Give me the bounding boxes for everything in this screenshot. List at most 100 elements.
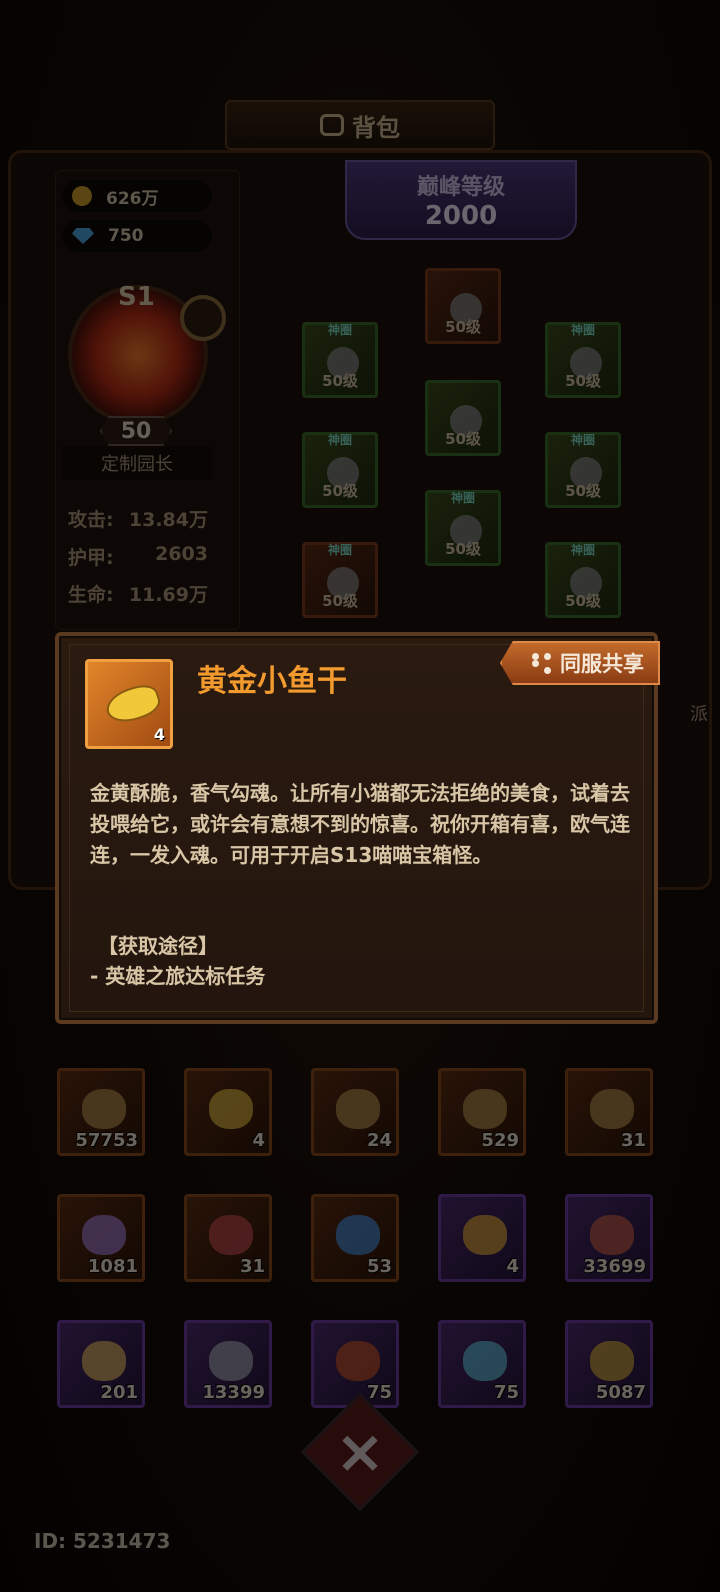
inventory-item[interactable]: 57753 — [57, 1068, 145, 1156]
item-name: 黄金小鱼干 — [197, 664, 347, 699]
player-title: 定制园长 — [62, 446, 212, 480]
gold-resource[interactable]: 626万 — [62, 180, 212, 212]
refresh-icon[interactable] — [180, 295, 226, 341]
crystal-shards-icon — [82, 1215, 126, 1255]
item-count: 31 — [239, 1256, 265, 1277]
ice-crystal-icon — [463, 1341, 507, 1381]
gem-icon — [72, 228, 94, 244]
source-item: - 英雄之旅达标任务 — [90, 964, 266, 988]
stat-label: 生命: — [68, 584, 114, 606]
stone-icon — [336, 1089, 380, 1129]
gold-value: 626万 — [106, 188, 159, 209]
equip-slot-amulet[interactable]: 神圈 50级 — [545, 542, 621, 618]
equip-level: 50级 — [322, 482, 358, 500]
equip-tag: 神圈 — [327, 323, 353, 337]
equip-level: 50级 — [322, 592, 358, 610]
equip-tag: 神圈 — [570, 433, 596, 447]
equip-slot-weapon[interactable]: 神圈 50级 — [302, 322, 378, 398]
inventory-item[interactable]: 24 — [311, 1068, 399, 1156]
inventory-item[interactable]: 1081 — [57, 1194, 145, 1282]
source-title: 【获取途径】 — [98, 934, 218, 958]
equip-tag: 神圈 — [450, 491, 476, 505]
bell-icon — [590, 1089, 634, 1129]
equip-slot-shoulder[interactable]: 神圈 50级 — [545, 322, 621, 398]
chest-icon — [463, 1215, 507, 1255]
equip-tag: 神圈 — [327, 433, 353, 447]
feather-icon — [590, 1215, 634, 1255]
scroll-icon — [82, 1341, 126, 1381]
close-button[interactable]: × — [300, 1392, 420, 1512]
equip-tag: 神圈 — [327, 543, 353, 557]
item-count: 33699 — [583, 1256, 646, 1277]
player-id: ID: 5231473 — [34, 1529, 171, 1553]
equip-tag: 神圈 — [570, 323, 596, 337]
gem-resource[interactable]: 750 — [62, 220, 212, 252]
share-label: 同服共享 — [560, 652, 644, 676]
item-count: 75 — [366, 1382, 392, 1403]
item-count: 1081 — [87, 1256, 138, 1277]
player-level: 50 — [100, 416, 172, 446]
close-icon: × — [334, 1417, 386, 1487]
season-badge: S1 — [118, 282, 155, 312]
gear-icon — [463, 1089, 507, 1129]
inventory-item[interactable]: 529 — [438, 1068, 526, 1156]
fish-icon — [209, 1089, 253, 1129]
equip-level: 50级 — [565, 592, 601, 610]
equip-slot-pants[interactable]: 神圈 50级 — [425, 490, 501, 566]
equip-level: 50级 — [445, 540, 481, 558]
stat-value: 2603 — [155, 543, 208, 565]
inventory-item[interactable]: 5087 — [565, 1320, 653, 1408]
inventory-item[interactable]: 201 — [57, 1320, 145, 1408]
inventory-item[interactable]: 4 — [184, 1068, 272, 1156]
equip-slot-ring[interactable]: 神圈 50级 — [545, 432, 621, 508]
beads-icon — [336, 1341, 380, 1381]
peak-value: 2000 — [424, 201, 498, 231]
item-count: 53 — [366, 1256, 392, 1277]
inventory-item[interactable]: 75 — [438, 1320, 526, 1408]
peak-label: 巅峰等级 — [416, 175, 505, 200]
equip-slot-staff[interactable]: 神圈 50级 — [302, 542, 378, 618]
equip-level: 50级 — [565, 482, 601, 500]
item-count: 4 — [153, 725, 165, 744]
equip-slot-armor[interactable]: 50级 — [425, 380, 501, 456]
golden-fish-icon — [102, 680, 164, 728]
item-icon-slot: 4 — [85, 659, 173, 749]
equip-slot-gloves[interactable]: 神圈 50级 — [302, 432, 378, 508]
inventory-item[interactable]: 75 — [311, 1320, 399, 1408]
item-count: 529 — [481, 1130, 519, 1151]
stat-hp: 生命: 11.69万 — [68, 580, 208, 607]
stat-label: 攻击: — [68, 509, 114, 531]
gem-value: 750 — [108, 226, 144, 246]
gold-coin-icon — [72, 186, 92, 206]
item-count: 13399 — [202, 1382, 265, 1403]
ore-icon — [82, 1089, 126, 1129]
item-count: 5087 — [595, 1382, 646, 1403]
inventory-item[interactable]: 31 — [565, 1068, 653, 1156]
shield-icon — [590, 1341, 634, 1381]
page-title: 背包 — [352, 113, 400, 142]
equip-level: 50级 — [445, 318, 481, 336]
inventory-item[interactable]: 53 — [311, 1194, 399, 1282]
inventory-item[interactable]: 33699 — [565, 1194, 653, 1282]
item-count: 31 — [620, 1130, 646, 1151]
potion-icon — [209, 1215, 253, 1255]
stat-attack: 攻击: 13.84万 — [68, 505, 208, 532]
stat-value: 11.69万 — [128, 584, 208, 606]
header-bar: 背包 — [225, 100, 495, 150]
inventory-item[interactable]: 13399 — [184, 1320, 272, 1408]
equip-level: 50级 — [445, 430, 481, 448]
inventory-item[interactable]: 31 — [184, 1194, 272, 1282]
backpack-screen: 背包 626万 750 S1 50 定制园长 攻击: 13.84万 护甲: 26… — [0, 0, 720, 1592]
side-tab-partial[interactable]: 派 — [690, 700, 708, 726]
inventory-item[interactable]: 4 — [438, 1194, 526, 1282]
equip-slot-helmet[interactable]: 50级 — [425, 268, 501, 344]
share-button[interactable]: 同服共享 — [500, 641, 660, 685]
equip-level: 50级 — [565, 372, 601, 390]
item-count: 57753 — [75, 1130, 138, 1151]
item-count: 201 — [100, 1382, 138, 1403]
item-description: 金黄酥脆，香气勾魂。让所有小猫都无法拒绝的美食，试着去投喂给它，或许会有意想不到… — [90, 781, 630, 867]
stat-label: 护甲: — [68, 547, 114, 569]
item-count: 4 — [506, 1256, 519, 1277]
item-count: 75 — [493, 1382, 519, 1403]
peak-level-banner[interactable]: 巅峰等级 2000 — [345, 160, 577, 240]
